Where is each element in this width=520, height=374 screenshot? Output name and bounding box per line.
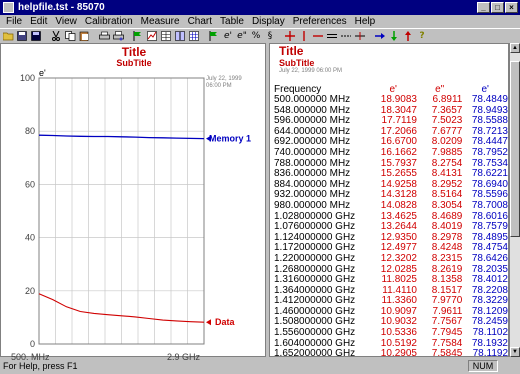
table-cell: 8.3054 [431,199,463,211]
menu-table[interactable]: Table [216,15,248,28]
cursor-cross-icon[interactable] [284,30,296,42]
add-memory-icon[interactable] [354,30,366,42]
chart-subtitle: SubTitle [116,58,152,68]
data-label: Data [215,317,236,327]
app-icon[interactable] [3,2,14,13]
status-message: For Help, press F1 [3,361,78,371]
table-timestamp: July 22, 1999 06:00 PM [279,68,343,74]
paste-icon[interactable] [78,30,90,42]
y-tick-label: 60 [25,179,35,189]
help-icon[interactable]: ? [416,30,428,42]
table-cell: 1.220000000 GHz [274,252,356,264]
table-cell: 78.4849 [471,94,508,105]
table-subtitle: SubTitle [279,58,315,68]
menu-preferences[interactable]: Preferences [289,15,351,28]
grid-icon[interactable] [188,30,200,42]
window-title: helpfile.tst - 85070 [18,2,105,13]
y-axis-label: e' [39,68,46,78]
chart-title: Title [121,45,147,59]
status-bar: For Help, press F1 NUM [0,358,520,374]
section-button[interactable]: § [264,30,276,42]
table-cell: 7.9885 [431,146,463,158]
table-cell: 740.000000 MHz [274,146,351,158]
table-title: Title [279,44,304,58]
data-arrow [206,319,211,326]
split-view-icon[interactable] [174,30,186,42]
table-cell: 14.0828 [380,199,417,211]
print-preview-icon[interactable] [112,30,124,42]
menu-file[interactable]: File [2,15,26,28]
title-bar: helpfile.tst - 85070 _ □ × [0,0,520,15]
line-chart: e' 020406080100 Memory 1 Data 500. MHz 2… [11,68,251,362]
scroll-thumb[interactable] [510,61,520,237]
e-double-prime-button[interactable]: e" [236,30,248,42]
scroll-down-button[interactable]: ▼ [510,347,520,357]
data-table: Frequency e' e" e' 500.000000 MHz 18.9083 6.89… [274,85,508,357]
table-cell: 78.6426 [471,252,508,264]
menu-chart[interactable]: Chart [184,15,216,28]
table-cell: 6.8911 [432,94,463,105]
table-cell: 8.2315 [431,252,463,264]
menu-edit[interactable]: Edit [26,15,51,28]
flag-icon[interactable] [132,30,144,42]
copy-icon[interactable] [64,30,76,42]
menu-bar: File Edit View Calibration Measure Chart… [0,15,520,28]
table-view-icon[interactable] [160,30,172,42]
menu-help[interactable]: Help [351,15,380,28]
y-tick-label: 80 [25,126,35,136]
toolbar: e' e" % § ? [0,28,520,42]
arrow-right-icon[interactable] [374,30,386,42]
double-line-icon[interactable] [326,30,338,42]
table-cell: 16.1662 [380,146,417,158]
table-cell: 500.000000 MHz [274,94,351,105]
table-pane: Title SubTitle July 22, 1999 06:00 PM Fr… [269,43,509,357]
arrow-down-icon[interactable] [388,30,400,42]
menu-view[interactable]: View [51,15,81,28]
arrow-up-icon[interactable] [402,30,414,42]
maximize-button[interactable]: □ [491,2,504,13]
menu-calibration[interactable]: Calibration [81,15,137,28]
horizontal-marker-icon[interactable] [312,30,324,42]
y-tick-label: 0 [30,339,35,349]
dash-line-icon[interactable] [340,30,352,42]
close-button[interactable]: × [505,2,518,13]
table-cell: 7.5845 [431,348,463,357]
table-cell: 78.7008 [471,199,508,211]
table-cell: 78.7952 [471,146,508,158]
y-tick-label: 40 [25,233,35,243]
table-cell: 10.2905 [380,348,417,357]
y-tick-label: 20 [25,286,35,296]
table-row[interactable]: 980.000000 MHz 14.0828 8.3054 78.7008 [274,199,508,212]
menu-measure[interactable]: Measure [137,15,184,28]
minimize-button[interactable]: _ [477,2,490,13]
table-cell: 1.652000000 GHz [274,348,356,357]
print-icon[interactable] [98,30,110,42]
y-tick-label: 100 [20,73,35,83]
table-row[interactable]: 1.652000000 GHz 10.2905 7.5845 78.1192 [274,348,508,357]
percent-button[interactable]: % [250,30,262,42]
scroll-up-button[interactable]: ▲ [510,43,520,53]
table-cell: 12.3202 [380,252,417,264]
table-row[interactable]: 740.000000 MHz 16.1662 7.9885 78.7952 [274,146,508,159]
chart-view-icon[interactable] [146,30,158,42]
memory-1-label: Memory 1 [209,134,251,144]
table-row[interactable]: 1.220000000 GHz 12.3202 8.2315 78.6426 [274,252,508,265]
num-lock-indicator: NUM [468,360,498,372]
vertical-scrollbar[interactable]: ▲ ▼ [509,43,520,357]
save-icon[interactable] [16,30,28,42]
save-as-icon[interactable] [30,30,42,42]
table-cell: 18.9083 [380,94,417,105]
open-folder-icon[interactable] [2,30,14,42]
vertical-marker-icon[interactable] [298,30,310,42]
menu-display[interactable]: Display [248,15,289,28]
chart-pane: Title SubTitle July 22, 1999 06:00 PM e'… [0,43,266,362]
marker-flag-icon[interactable] [208,30,220,42]
table-cell: 78.1192 [472,348,508,357]
table-row[interactable]: 500.000000 MHz 18.9083 6.8911 78.4849 [274,94,508,106]
table-cell: 980.000000 MHz [274,199,351,211]
cut-icon[interactable] [50,30,62,42]
e-prime-button[interactable]: e' [222,30,234,42]
